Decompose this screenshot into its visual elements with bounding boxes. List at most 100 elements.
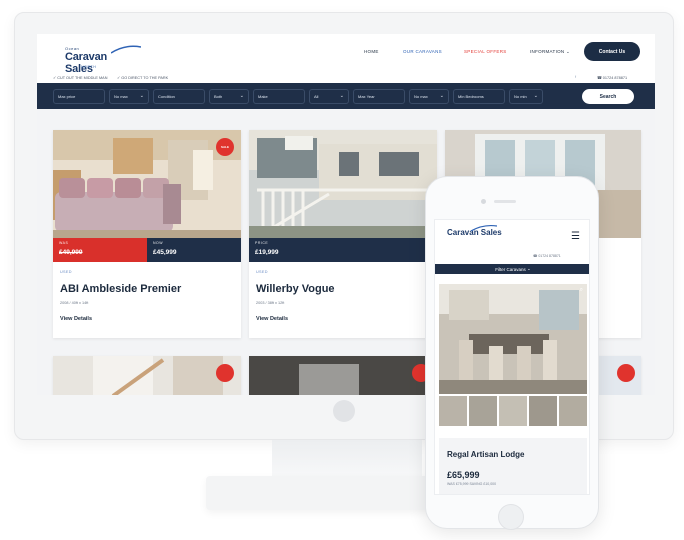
sub-bar: ✓ CUT OUT THE MIDDLE MAN ✓ GO DIRECT TO … (37, 72, 655, 83)
hamburger-menu-icon[interactable]: ☰ (571, 232, 580, 242)
max-year-label-text: Max Year (358, 93, 375, 99)
phone-number[interactable]: ☎ 01724 878871 (597, 75, 627, 80)
make-label-text: Make (258, 93, 268, 99)
filter-caravans-button[interactable]: Filter Caravans ⌄ (435, 264, 589, 274)
price-block: PRICE £19,999 (249, 238, 285, 262)
listing-card[interactable] (53, 356, 241, 395)
usp-text-2: ✓ GO DIRECT TO THE PARK (117, 76, 169, 80)
listing-meta: 2008 / 40ft x 14ft (60, 301, 89, 305)
search-filter-bar: Max price No max ⌄ Condition Both ⌄ Make A… (37, 83, 655, 109)
nav-home[interactable]: HOME (364, 49, 379, 54)
make-label: Make (253, 88, 305, 104)
monitor-stand-neck (272, 440, 422, 478)
make-select[interactable]: All ⌄ (309, 88, 349, 104)
thumbnail-image[interactable] (469, 396, 497, 426)
view-details-link[interactable]: View Details (60, 316, 92, 322)
thumbnail-image[interactable] (559, 396, 587, 426)
logo-swoosh-icon (471, 224, 497, 232)
chevron-down-icon: ⌄ (439, 93, 444, 99)
thumbnail-strip (439, 396, 587, 426)
thumbnail-image[interactable] (499, 396, 527, 426)
thumbnail-image[interactable] (529, 396, 557, 426)
listing-photo-image (249, 356, 437, 395)
condition-tag: USED (60, 270, 72, 274)
social-icons[interactable]: f (575, 75, 576, 79)
nav-special-offers[interactable]: SPECIAL OFFERS (464, 49, 507, 54)
monitor-button (333, 400, 355, 422)
condition-tag: USED (256, 270, 268, 274)
mobile-phone-number-label: 01724 878871 (538, 254, 561, 258)
exterior-photo-image (249, 130, 437, 238)
mobile-listing-photo[interactable]: ⌕ (439, 284, 587, 394)
min-bedrooms-label-text: Min Bedrooms (458, 93, 484, 99)
min-bedrooms-label: Min Bedrooms (453, 88, 505, 104)
dining-photo-image (439, 284, 587, 394)
mobile-listing-info (439, 438, 587, 494)
mobile-listing-title[interactable]: Regal Artisan Lodge (447, 450, 525, 459)
price-strip: PRICE £19,999 (249, 238, 437, 262)
thumbnail-image[interactable] (439, 396, 467, 426)
listing-card[interactable]: SALE WAS £49,999 NOW £45,999 USED ABI Am… (53, 130, 241, 338)
search-button[interactable]: Search (582, 89, 634, 104)
now-label: NOW (153, 241, 164, 245)
listing-photo-image (53, 356, 241, 395)
listing-meta: 2003 / 38ft x 12ft (256, 301, 285, 305)
phone-number-label: 01724 878871 (602, 76, 628, 80)
condition-label: Condition (153, 88, 205, 104)
filter-caravans-label: Filter Caravans (495, 266, 526, 272)
max-year-value: No max (414, 93, 428, 99)
usp-text-2-label: GO DIRECT TO THE PARK (121, 76, 169, 80)
max-year-select[interactable]: No max ⌄ (409, 88, 449, 104)
chevron-down-icon: ⌄ (566, 49, 571, 54)
listing-card[interactable] (249, 356, 437, 395)
listing-card[interactable] (597, 356, 641, 395)
mobile-listing-price: £65,999 (447, 470, 480, 480)
min-bedrooms-value: No min (514, 93, 527, 99)
view-details-link[interactable]: View Details (256, 316, 288, 322)
was-price-block: WAS £49,999 (53, 238, 147, 262)
nav-our-caravans[interactable]: OUR CARAVANS (403, 49, 442, 54)
max-price-label-text: Max price (58, 93, 76, 99)
condition-value: Both (214, 93, 223, 99)
chevron-down-icon: ⌄ (239, 93, 244, 99)
usp-text-1-label: CUT OUT THE MIDDLE MAN (57, 76, 108, 80)
mobile-screen: Caravan Sales ☰ ☎ 01724 878871 Filter Ca… (434, 219, 590, 495)
max-price-label: Max price (53, 88, 105, 104)
site-logo[interactable]: Ocean Caravan Sales NORTH (51, 41, 141, 75)
phone-speaker (494, 200, 516, 203)
logo-swoosh-icon (111, 45, 141, 54)
chevron-down-icon: ⌄ (139, 93, 144, 99)
listing-photo[interactable] (249, 130, 437, 238)
mobile-phone-number[interactable]: ☎ 01724 878871 (533, 254, 561, 258)
chevron-down-icon: ⌄ (527, 266, 531, 271)
now-price-block: NOW £45,999 (147, 238, 241, 262)
listing-title[interactable]: Willerby Vogue (256, 283, 335, 295)
listing-photo[interactable]: SALE (53, 130, 241, 238)
contact-us-button[interactable]: Contact Us (584, 42, 640, 61)
chevron-down-icon: ⌄ (339, 93, 344, 99)
max-price-value: No max (114, 93, 128, 99)
zoom-icon[interactable]: ⌕ (580, 287, 583, 294)
now-price: £45,999 (153, 249, 177, 256)
usp-text-1: ✓ CUT OUT THE MIDDLE MAN (53, 76, 108, 80)
nav-information-label: INFORMATION (530, 49, 565, 54)
condition-select[interactable]: Both ⌄ (209, 88, 249, 104)
listing-title[interactable]: ABI Ambleside Premier (60, 283, 181, 295)
price-value: £19,999 (255, 249, 279, 256)
max-year-label: Max Year (353, 88, 405, 104)
sale-badge-icon (617, 364, 635, 382)
price-label: PRICE (255, 241, 269, 245)
mobile-listing-saving: WAS £75,999 SAVING £10,000 (447, 482, 497, 486)
interior-photo-image (53, 130, 241, 238)
min-bedrooms-select[interactable]: No min ⌄ (509, 88, 543, 104)
logo-sub-text: NORTH (81, 65, 97, 69)
chevron-down-icon: ⌄ (533, 93, 538, 99)
was-label: WAS (59, 241, 69, 245)
listing-card[interactable]: PRICE £19,999 USED Willerby Vogue 2003 /… (249, 130, 437, 338)
nav-information[interactable]: INFORMATION ⌄ (530, 49, 570, 55)
site-header: Ocean Caravan Sales NORTH HOME OUR CARAV… (37, 34, 655, 75)
max-price-select[interactable]: No max ⌄ (109, 88, 149, 104)
phone-home-button (498, 504, 524, 530)
phone-camera (481, 199, 486, 204)
make-value: All (314, 93, 319, 99)
